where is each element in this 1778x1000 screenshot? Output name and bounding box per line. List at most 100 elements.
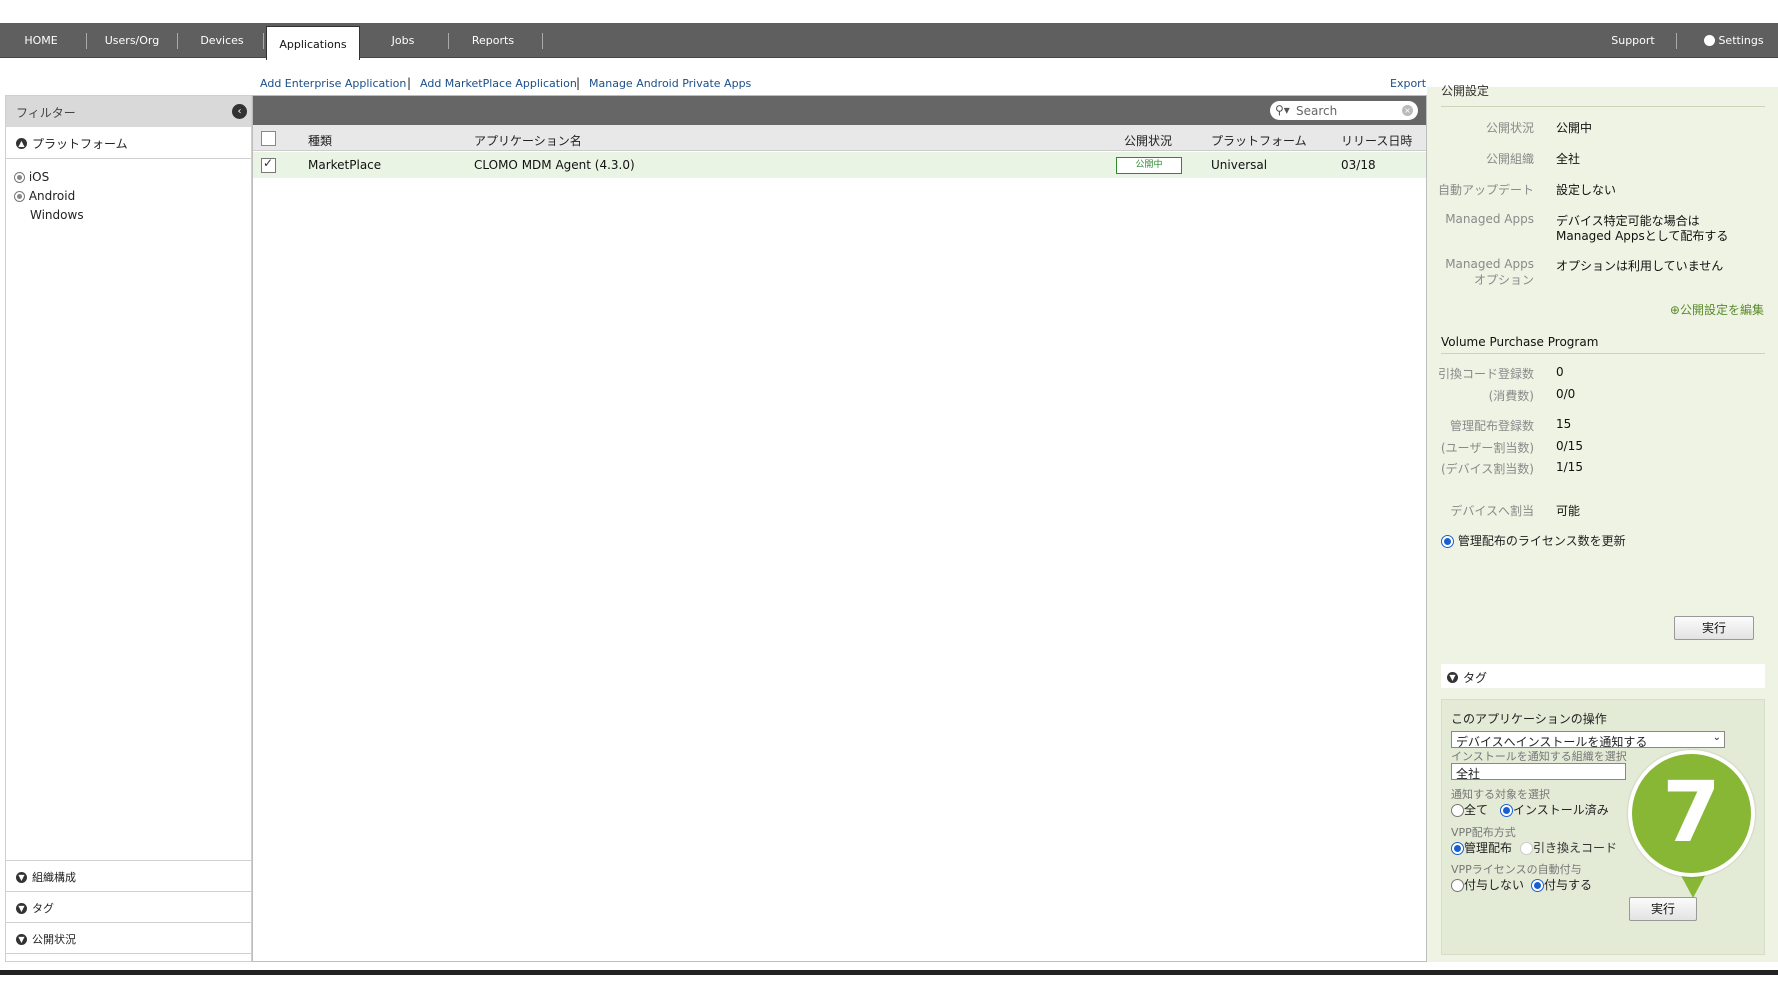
- applications-table-panel: ⚲▾ Search × 種類 アプリケーション名 公開状況 プラットフォーム リ…: [252, 95, 1427, 962]
- platform-item-ios[interactable]: iOS: [14, 168, 84, 187]
- tag-panel-header[interactable]: ▼ タグ: [1441, 664, 1765, 688]
- nav-settings-label: Settings: [1718, 34, 1764, 47]
- managed-dist-count-label: 管理配布登録数: [1449, 419, 1534, 433]
- table-row[interactable]: ✓ MarketPlace CLOMO MDM Agent (4.3.0) 公開…: [253, 152, 1426, 178]
- platform-ios-label: iOS: [28, 170, 50, 184]
- target-installed-radio[interactable]: インストール済み: [1500, 801, 1609, 818]
- status-badge: 公開中: [1116, 157, 1182, 174]
- search-box[interactable]: ⚲▾ Search ×: [1270, 101, 1418, 120]
- target-all-label: 全て: [1464, 803, 1489, 817]
- chevron-down-icon: ⌄: [1712, 732, 1721, 743]
- chevron-up-icon: ▲: [16, 136, 27, 150]
- managed-apps-option-label: Managed Apps: [1445, 257, 1534, 271]
- platform-item-android[interactable]: Android: [14, 187, 84, 206]
- auto-update-label: 自動アップデート: [1437, 183, 1534, 197]
- add-marketplace-link[interactable]: Add MarketPlace Application: [420, 77, 577, 90]
- export-link[interactable]: Export: [1390, 77, 1426, 90]
- managed-apps-option-value: オプションは利用していません: [1556, 259, 1724, 273]
- nav-home[interactable]: HOME: [14, 23, 68, 58]
- header-type[interactable]: 種類: [308, 132, 332, 149]
- org-select[interactable]: 全社: [1451, 763, 1626, 781]
- edit-publish-link[interactable]: ⊕公開設定を編集: [1670, 301, 1764, 318]
- tag-panel-label: タグ: [1463, 671, 1488, 685]
- managed-apps-value-2: Managed Appsとして配布する: [1556, 229, 1729, 243]
- chevron-down-icon: ▼: [16, 932, 27, 946]
- filter-sidebar: フィルター ‹ ▲ プラットフォーム iOS Android Windows ▼…: [5, 95, 252, 962]
- org-select-value: 全社: [1456, 767, 1481, 781]
- row-checkbox[interactable]: ✓: [261, 156, 276, 173]
- redeem-code-count-label: 引換コード登録数: [1437, 367, 1534, 381]
- managed-dist-count-value: 15: [1556, 417, 1572, 431]
- tag-section[interactable]: ▼ タグ: [6, 891, 251, 924]
- target-all-radio[interactable]: 全て: [1451, 801, 1488, 818]
- platform-item-windows[interactable]: Windows: [14, 206, 84, 225]
- tag-section-label: タグ: [32, 902, 54, 915]
- nav-users-org[interactable]: Users/Org: [96, 23, 168, 58]
- chevron-down-icon: ▼: [16, 870, 27, 884]
- nav-support[interactable]: Support: [1598, 23, 1668, 58]
- vpp-redeem-radio[interactable]: 引き換えコード: [1520, 839, 1617, 856]
- vpp-managed-radio[interactable]: 管理配布: [1451, 839, 1512, 856]
- auto-no-radio[interactable]: 付与しない: [1451, 876, 1524, 893]
- nav-separator: [1676, 33, 1677, 49]
- header-app-name[interactable]: アプリケーション名: [474, 132, 582, 149]
- radio-icon: [1451, 804, 1464, 817]
- platform-list: iOS Android Windows: [14, 168, 84, 225]
- vpp-redeem-label: 引き換えコード: [1533, 841, 1618, 855]
- bottom-border: [0, 970, 1778, 975]
- update-license-label: 管理配布のライセンス数を更新: [1457, 534, 1626, 548]
- operations-title: このアプリケーションの操作: [1451, 712, 1607, 726]
- radio-icon: [1451, 879, 1464, 892]
- nav-separator: [86, 33, 87, 49]
- search-input[interactable]: Search: [1296, 104, 1337, 118]
- divider: [1441, 106, 1765, 107]
- header-publish-status[interactable]: 公開状況: [1124, 132, 1172, 149]
- auto-license-label: VPPライセンスの自動付与: [1451, 863, 1582, 876]
- clear-search-icon[interactable]: ×: [1402, 105, 1413, 116]
- device-assign-label: デバイスへ割当: [1450, 504, 1534, 518]
- managed-apps-label: Managed Apps: [1445, 212, 1534, 226]
- nav-reports[interactable]: Reports: [458, 23, 528, 58]
- platform-windows-label: Windows: [30, 208, 84, 222]
- action-select[interactable]: デバイスへインストールを通知する ⌄: [1451, 731, 1725, 749]
- nav-separator: [177, 33, 178, 49]
- radio-icon: [1531, 879, 1544, 892]
- select-all-checkbox[interactable]: [261, 131, 276, 146]
- header-release-date[interactable]: リリース日時: [1341, 132, 1412, 149]
- nav-devices[interactable]: Devices: [190, 23, 254, 58]
- chevron-down-icon: ▼: [16, 901, 27, 915]
- user-assigned-label: (ユーザー割当数): [1440, 441, 1534, 455]
- org-section-label: 組織構成: [32, 871, 76, 884]
- nav-settings[interactable]: Settings: [1693, 23, 1775, 58]
- run-button-operation[interactable]: 実行: [1629, 897, 1697, 921]
- radio-icon: [1441, 535, 1454, 548]
- manage-android-link[interactable]: Manage Android Private Apps: [589, 77, 751, 90]
- org-section[interactable]: ▼ 組織構成: [6, 860, 251, 893]
- edit-publish-label: 公開設定を編集: [1679, 303, 1764, 317]
- cell-release-date: 03/18: [1341, 158, 1376, 172]
- publish-status-section[interactable]: ▼ 公開状況: [6, 922, 251, 954]
- device-assigned-label: (デバイス割当数): [1440, 462, 1534, 476]
- run-button-license[interactable]: 実行: [1674, 616, 1754, 640]
- update-license-radio[interactable]: 管理配布のライセンス数を更新: [1441, 532, 1626, 549]
- redeem-code-count-value: 0: [1556, 365, 1564, 379]
- nav-jobs[interactable]: Jobs: [372, 23, 434, 58]
- auto-update-value: 設定しない: [1556, 183, 1617, 197]
- cell-platform: Universal: [1211, 158, 1268, 172]
- divider: [1441, 353, 1765, 354]
- nav-applications[interactable]: Applications: [266, 26, 360, 60]
- target-installed-label: インストール済み: [1513, 803, 1609, 817]
- nav-separator: [542, 33, 543, 49]
- user-assigned-value: 0/15: [1556, 439, 1583, 453]
- auto-yes-radio[interactable]: 付与する: [1531, 876, 1592, 893]
- managed-apps-option-label-2: オプション: [1473, 273, 1534, 287]
- platform-section[interactable]: ▲ プラットフォーム: [6, 127, 251, 159]
- add-enterprise-link[interactable]: Add Enterprise Application: [260, 77, 406, 90]
- nav-separator: [448, 33, 449, 49]
- org-select-label: インストールを通知する組織を選択: [1451, 750, 1627, 763]
- consumed-value: 0/0: [1556, 387, 1576, 401]
- collapse-sidebar-icon[interactable]: ‹: [232, 104, 247, 119]
- header-platform[interactable]: プラットフォーム: [1211, 132, 1307, 149]
- auto-yes-label: 付与する: [1544, 878, 1593, 892]
- filter-toggle-icon: [14, 172, 25, 183]
